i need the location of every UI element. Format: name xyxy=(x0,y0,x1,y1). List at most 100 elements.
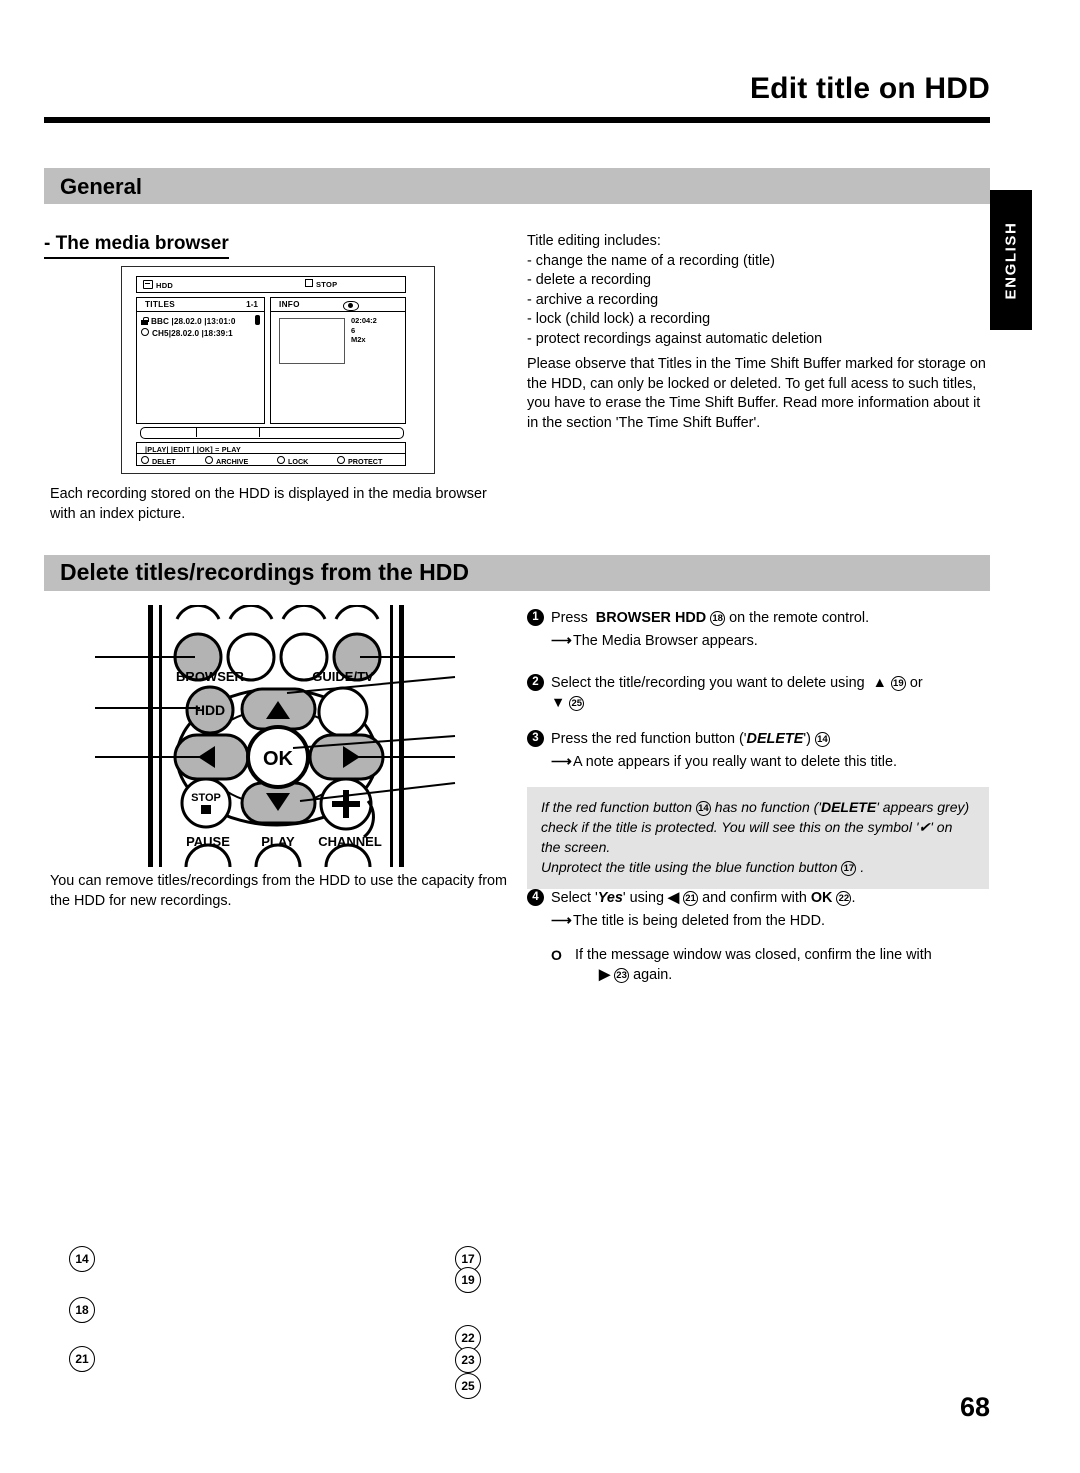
key-ok: OK xyxy=(810,890,833,906)
page-title: Edit title on HDD xyxy=(749,72,990,105)
instruction-steps: 1 Press BROWSER HDD 18 on the remote con… xyxy=(527,608,989,786)
titles-panel-counter: 1-1 xyxy=(246,300,258,309)
callout-14: 14 xyxy=(69,1246,95,1272)
hdd-icon xyxy=(143,280,153,289)
title-editing-item: - lock (child lock) a recording xyxy=(527,311,711,327)
arrow-right-icon: ⟶ xyxy=(551,913,572,929)
instruction-steps-continued: 4 Select 'Yes' using ◀ 21 and confirm wi… xyxy=(527,888,989,985)
key-up-arrow: ▲ xyxy=(872,675,887,691)
bullet-circle-icon: O xyxy=(551,947,562,963)
callout-ref: 14 xyxy=(814,732,830,747)
info-panel-header: INFO xyxy=(271,298,405,312)
key-yes: Yes xyxy=(597,890,623,906)
callout-19: 19 xyxy=(455,1267,481,1293)
info-value: 02:04:2 xyxy=(351,316,377,325)
delete-section-caption: You can remove titles/recordings from th… xyxy=(50,873,507,909)
note-text: Unprotect the title using the blue funct… xyxy=(541,859,838,875)
manual-page: Edit title on HDD ENGLISH General - The … xyxy=(0,0,1080,1473)
legend-line: |PLAY| |EDIT | |OK] = PLAY xyxy=(137,443,405,454)
titles-panel: TITLES 1-1 BBC |28.02.0 |13:01:0 CH5|28.… xyxy=(136,297,265,424)
radio-icon xyxy=(205,455,213,464)
stop-icon xyxy=(305,279,313,287)
remote-control-illustration: HDD BROWSER GUIDE/TV OK STOP PAUSE PLAY … xyxy=(95,603,456,868)
info-panel-title: INFO xyxy=(279,300,300,309)
note-text: . xyxy=(860,859,865,875)
step-result-text: The title is being deleted from the HDD. xyxy=(573,913,825,929)
function-button-protect[interactable]: PROTECT xyxy=(337,455,382,466)
title-row[interactable]: CH5|28.02.0 |18:39:1 xyxy=(141,328,233,338)
subheading-media-browser: - The media browser xyxy=(44,233,229,259)
callout-21: 21 xyxy=(69,1346,95,1372)
function-button-archive[interactable]: ARCHIVE xyxy=(205,455,248,466)
step-number: 1 xyxy=(527,609,544,626)
step-3: 3 Press the red function button ('DELETE… xyxy=(527,729,989,772)
svg-text:BROWSER: BROWSER xyxy=(176,669,245,684)
remote-control-diagram: HDD BROWSER GUIDE/TV OK STOP PAUSE PLAY … xyxy=(55,603,495,1399)
step-number: 2 xyxy=(527,674,544,691)
language-tab: ENGLISH xyxy=(990,190,1032,330)
svg-text:OK: OK xyxy=(263,748,294,770)
status-state: STOP xyxy=(305,279,337,289)
note-line-1: If the red function button 14 has no fun… xyxy=(541,797,975,857)
media-browser-screen: HDD STOP TITLES 1-1 BBC |28.02.0 |13:01:… xyxy=(136,276,406,466)
note-line-2: Unprotect the title using the blue funct… xyxy=(541,857,975,877)
svg-text:GUIDE/TV: GUIDE/TV xyxy=(312,669,374,684)
note-text: has no function (' xyxy=(714,799,821,815)
scrollbar-thumb[interactable] xyxy=(196,427,260,437)
arrow-right-icon: ⟶ xyxy=(551,754,572,770)
step-text: Press the red function button ('DELETE')… xyxy=(551,729,989,749)
final-note-text: If the message window was closed, confir… xyxy=(575,947,932,963)
title-editing-item: - change the name of a recording (title) xyxy=(527,252,775,269)
svg-text:CHANNEL: CHANNEL xyxy=(318,834,382,849)
callout-23: 23 xyxy=(455,1347,481,1373)
media-browser-caption: Each recording stored on the HDD is disp… xyxy=(50,486,487,522)
section-header-general: General xyxy=(44,168,990,204)
callout-ref: 23 xyxy=(614,968,630,983)
function-button-delete[interactable]: DELET xyxy=(141,455,176,466)
media-browser-figure: HDD STOP TITLES 1-1 BBC |28.02.0 |13:01:… xyxy=(121,266,435,474)
step-text: Select the title/recording you want to d… xyxy=(551,673,989,713)
step-text: Select 'Yes' using ◀ 21 and confirm with… xyxy=(551,888,989,908)
title-divider xyxy=(44,117,990,123)
media-browser-status-bar: HDD STOP xyxy=(136,276,406,293)
callout-ref: 19 xyxy=(890,676,906,691)
info-values: 02:04:2 6 M2x xyxy=(351,316,377,345)
key-right-arrow: ▶ xyxy=(599,967,611,983)
step-4: 4 Select 'Yes' using ◀ 21 and confirm wi… xyxy=(527,888,989,931)
eye-icon xyxy=(343,301,359,311)
callout-ref: 25 xyxy=(569,696,585,711)
title-editing-item: - archive a recording xyxy=(527,291,659,308)
lock-icon xyxy=(141,317,149,325)
step-mid: ' using xyxy=(622,890,664,906)
language-tab-label: ENGLISH xyxy=(1002,221,1020,300)
step-pre: Press xyxy=(551,610,588,626)
scrollbar[interactable] xyxy=(140,427,404,439)
step-2: 2 Select the title/recording you want to… xyxy=(527,673,989,713)
final-note-continuation: ▶ 23 again. xyxy=(599,965,989,985)
title-editing-lead: Title editing includes: xyxy=(527,233,661,249)
function-bar: |PLAY| |EDIT | |OK] = PLAY DELET ARCHIVE… xyxy=(136,442,406,466)
callout-ref: 21 xyxy=(683,891,699,906)
time-shift-buffer-note: Please observe that Titles in the Time S… xyxy=(527,356,986,431)
radio-icon xyxy=(337,455,345,464)
step-number: 3 xyxy=(527,730,544,747)
step-pre: Select ' xyxy=(551,890,598,906)
function-buttons: DELET ARCHIVE LOCK PROTECT xyxy=(137,454,405,466)
arrow-right-icon: ⟶ xyxy=(551,633,572,649)
radio-icon xyxy=(141,455,149,464)
step-text: Press BROWSER HDD 18 on the remote contr… xyxy=(551,608,989,628)
step-post: on the remote control. xyxy=(729,610,870,626)
step-number: 4 xyxy=(527,889,544,906)
step-result-text: The Media Browser appears. xyxy=(573,633,758,649)
title-row[interactable]: BBC |28.02.0 |13:01:0 xyxy=(141,316,236,326)
info-value: M2x xyxy=(351,335,366,344)
section-header-general-label: General xyxy=(60,174,142,199)
section-header-delete: Delete titles/recordings from the HDD xyxy=(44,555,990,591)
step-pre: Press the red function button (' xyxy=(551,731,747,747)
page-number: 68 xyxy=(959,1392,990,1422)
svg-text:HDD: HDD xyxy=(195,702,225,718)
legend-text: |PLAY| |EDIT | |OK] = PLAY xyxy=(145,444,241,454)
function-button-lock[interactable]: LOCK xyxy=(277,455,308,466)
step-1: 1 Press BROWSER HDD 18 on the remote con… xyxy=(527,608,989,651)
key-down-arrow: ▼ xyxy=(551,695,566,711)
